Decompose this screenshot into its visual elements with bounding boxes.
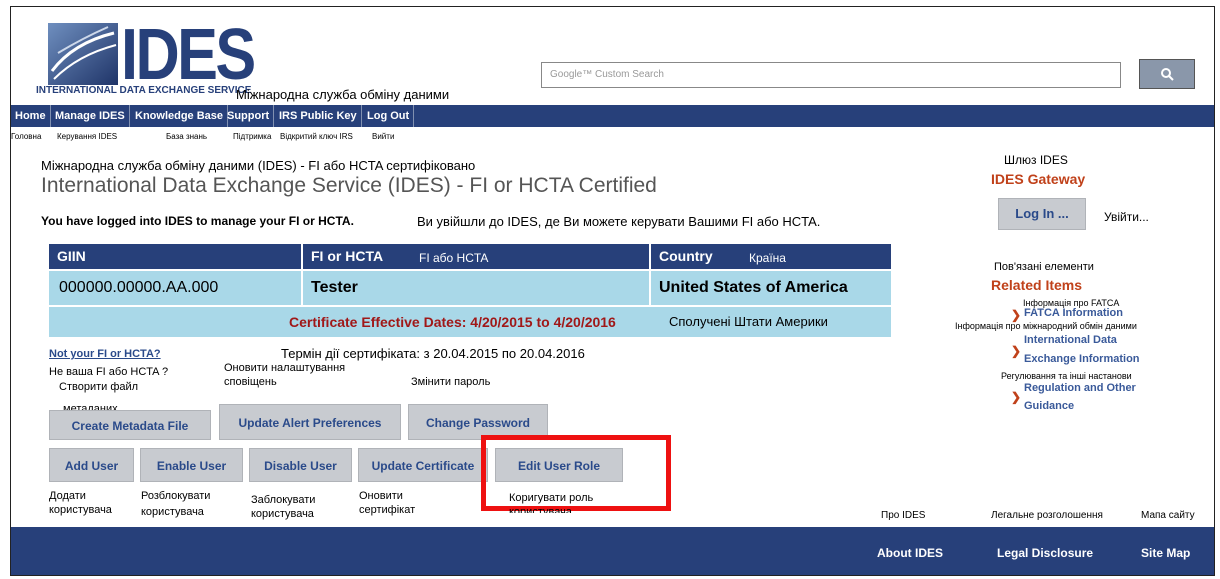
page-title: International Data Exchange Service (IDE… bbox=[41, 174, 657, 197]
about-ides-link[interactable]: About IDES bbox=[877, 546, 943, 560]
logo-subtitle-ua: Міжнародна служба обміну даними bbox=[236, 87, 450, 102]
search-placeholder: Google™ Custom Search bbox=[550, 69, 664, 80]
log-in-button[interactable]: Log In ... bbox=[998, 198, 1086, 230]
add-user-ua-1: Додати bbox=[49, 490, 86, 502]
nav-knowledge-base[interactable]: Knowledge Base bbox=[131, 105, 229, 127]
about-ides-ua: Про IDES bbox=[881, 510, 926, 521]
chevron-right-icon: ❯ bbox=[1011, 390, 1022, 404]
edit-role-ua-1: Коригувати роль bbox=[509, 492, 594, 504]
disable-user-button[interactable]: Disable User bbox=[249, 448, 352, 482]
log-in-ua: Увійти... bbox=[1104, 210, 1149, 224]
related-heading: Related Items bbox=[991, 277, 1083, 293]
top-nav: Home Manage IDES Knowledge Base Support … bbox=[11, 105, 1214, 127]
header-fi-hcta-ua: FI або HCTA bbox=[419, 251, 489, 265]
nav-support[interactable]: Support bbox=[223, 105, 275, 127]
site-map-ua: Мапа сайту bbox=[1141, 510, 1195, 521]
not-your-fi-ua: Не ваша FI або HCTA ? bbox=[49, 366, 169, 378]
change-password-ua: Змінити пароль bbox=[411, 376, 491, 388]
cert-dates-ua: Термін дії сертифіката: з 20.04.2015 по … bbox=[281, 346, 585, 361]
gateway-heading: IDES Gateway bbox=[991, 171, 1086, 187]
not-your-fi-link[interactable]: Not your FI or HCTA? bbox=[49, 348, 161, 360]
site-map-link[interactable]: Site Map bbox=[1141, 546, 1190, 560]
add-user-ua-2: користувача bbox=[49, 504, 112, 516]
regulation-ua: Регулювання та інші настанови bbox=[1001, 371, 1132, 381]
search-icon bbox=[1161, 68, 1174, 81]
logged-in-message: You have logged into IDES to manage your… bbox=[41, 214, 354, 228]
nav-irs-public-key-ua: Відкритий ключ IRS bbox=[280, 132, 353, 141]
update-certificate-button[interactable]: Update Certificate bbox=[358, 448, 488, 482]
search-button[interactable] bbox=[1139, 59, 1195, 89]
legal-disclosure-ua: Легальне розголошення bbox=[991, 510, 1103, 521]
header-country: Country bbox=[659, 248, 713, 264]
search-input[interactable]: Google™ Custom Search bbox=[541, 62, 1121, 88]
page-frame: IDES INTERNATIONAL DATA EXCHANGE SERVICE… bbox=[10, 6, 1215, 576]
certificate-row: Certificate Effective Dates: 4/20/2015 t… bbox=[49, 307, 891, 337]
cell-fi-hcta: Tester bbox=[311, 279, 358, 296]
update-alert-ua-2: сповіщень bbox=[224, 376, 277, 388]
certificate-country-ua: Сполучені Штати Америки bbox=[669, 314, 828, 329]
certificate-dates: Certificate Effective Dates: 4/20/2015 t… bbox=[289, 314, 616, 330]
header-country-ua: Країна bbox=[749, 251, 786, 265]
globe-icon bbox=[48, 23, 118, 85]
enable-user-ua-1: Розблокувати bbox=[141, 490, 211, 502]
enable-user-ua-2: користувача bbox=[141, 506, 204, 518]
logo-subtitle: INTERNATIONAL DATA EXCHANGE SERVICE bbox=[36, 85, 252, 96]
nav-home[interactable]: Home bbox=[11, 105, 51, 127]
nav-log-out-ua: Вийти bbox=[372, 132, 395, 141]
chevron-right-icon: ❯ bbox=[1011, 344, 1022, 358]
regulation-link-2[interactable]: Guidance bbox=[1024, 400, 1074, 412]
disable-user-ua-2: користувача bbox=[251, 508, 314, 520]
add-user-button[interactable]: Add User bbox=[49, 448, 134, 482]
create-metadata-file-button[interactable]: Create Metadata File bbox=[49, 410, 211, 440]
update-alert-preferences-button[interactable]: Update Alert Preferences bbox=[219, 404, 401, 440]
nav-support-ua: Підтримка bbox=[233, 132, 272, 141]
chevron-right-icon: ❯ bbox=[1011, 308, 1022, 322]
related-ua: Пов'язані елементи bbox=[994, 261, 1094, 273]
logo-text: IDES bbox=[121, 15, 256, 95]
header-giin: GIIN bbox=[57, 248, 86, 264]
update-alert-ua-1: Оновити налаштування bbox=[224, 362, 346, 374]
cell-giin: 000000.00000.AA.000 bbox=[59, 279, 219, 296]
update-cert-ua-1: Оновити bbox=[359, 490, 403, 502]
nav-manage-ides[interactable]: Manage IDES bbox=[51, 105, 130, 127]
page-title-ua: Міжнародна служба обміну даними (IDES) -… bbox=[41, 158, 476, 173]
fatca-link[interactable]: FATCA Information bbox=[1024, 307, 1123, 319]
update-cert-ua-2: сертифікат bbox=[359, 504, 416, 516]
nav-knowledge-base-ua: База знань bbox=[166, 132, 208, 141]
legal-disclosure-link[interactable]: Legal Disclosure bbox=[997, 546, 1093, 560]
logged-in-message-ua: Ви увійшли до IDES, де Ви можете керуват… bbox=[417, 214, 821, 229]
enable-user-button[interactable]: Enable User bbox=[140, 448, 243, 482]
intl-data-ua: Інформація про міжнародний обмін даними bbox=[955, 321, 1137, 331]
nav-irs-public-key[interactable]: IRS Public Key bbox=[275, 105, 362, 127]
intl-data-link-1[interactable]: International Data bbox=[1024, 334, 1117, 346]
edit-role-ua-2: користувача bbox=[509, 506, 572, 513]
nav-home-ua: Головна bbox=[11, 132, 42, 141]
header-fi-hcta: FI or HCTA bbox=[311, 248, 384, 264]
gateway-ua: Шлюз IDES bbox=[1004, 153, 1068, 167]
table-header: GIIN FI or HCTA FI або HCTA Country Краї… bbox=[49, 244, 891, 269]
nav-manage-ides-ua: Керування IDES bbox=[57, 132, 118, 141]
nav-log-out[interactable]: Log Out bbox=[363, 105, 415, 127]
footer: About IDES Legal Disclosure Site Map bbox=[11, 527, 1214, 575]
regulation-link-1[interactable]: Regulation and Other bbox=[1024, 382, 1136, 394]
table-row: 000000.00000.AA.000 Tester United States… bbox=[49, 271, 891, 305]
intl-data-link-2[interactable]: Exchange Information bbox=[1024, 353, 1140, 365]
cell-country: United States of America bbox=[659, 279, 848, 296]
disable-user-ua-1: Заблокувати bbox=[251, 494, 316, 506]
create-metadata-ua-1: Створити файл bbox=[59, 381, 139, 393]
